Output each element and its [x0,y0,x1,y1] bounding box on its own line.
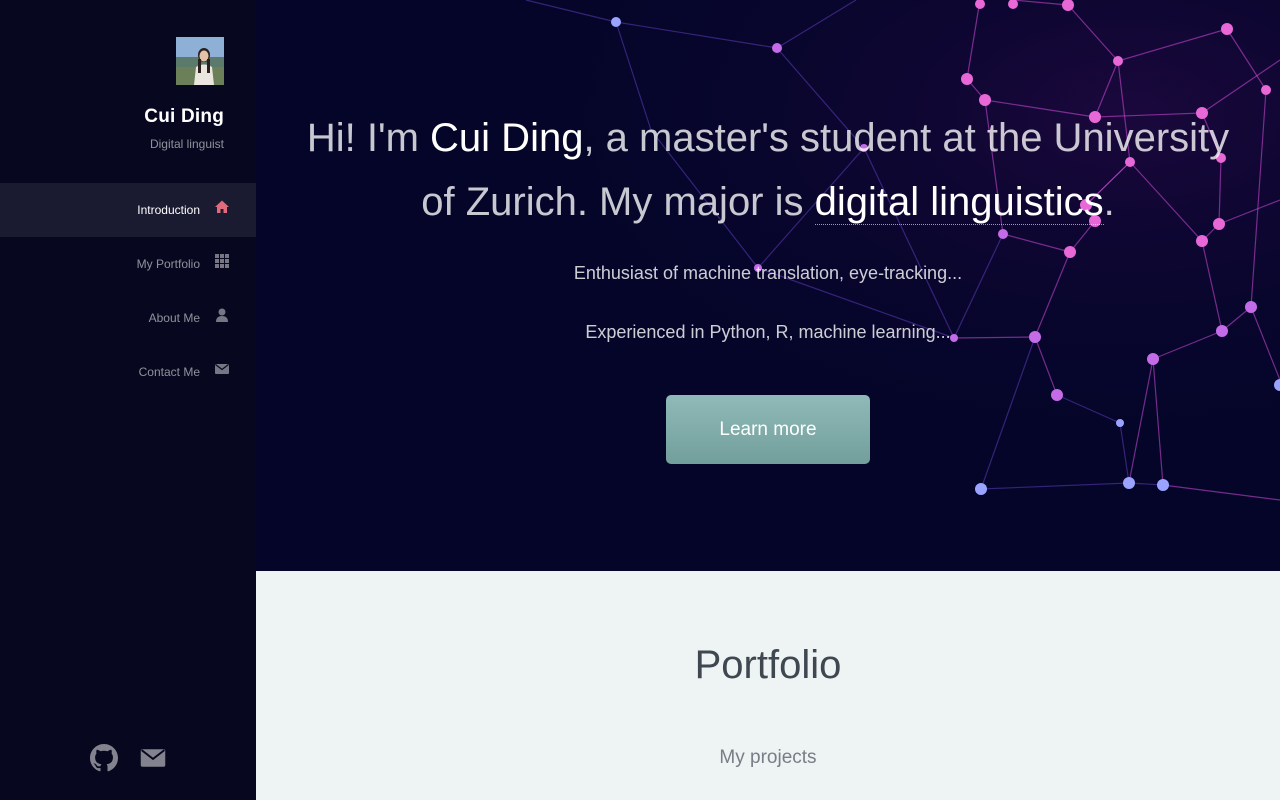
sidebar-item-introduction[interactable]: Introduction [0,183,256,237]
user-icon [214,307,230,323]
home-icon [214,199,230,215]
sidebar-item-portfolio[interactable]: My Portfolio [0,237,256,291]
hero-heading-major[interactable]: digital linguistics [814,180,1104,225]
grid-icon [214,253,230,269]
sidebar-item-label: Introduction [137,203,200,217]
hero-heading: Hi! I'm Cui Ding, a master's student at … [306,106,1230,234]
site-subtitle: Digital linguist [149,137,224,151]
sidebar-item-contact[interactable]: Contact Me [0,345,256,399]
hero-heading-post: . [1103,180,1115,224]
sidebar-nav: Introduction My Portfolio About Me Conta… [0,183,256,399]
network-background [256,0,1280,571]
site-title: Cui Ding [144,106,224,127]
envelope-icon [214,361,230,377]
portfolio-section: Portfolio My projects [256,571,1280,800]
sidebar-item-label: About Me [148,311,200,325]
sidebar-item-label: My Portfolio [136,257,200,271]
github-icon[interactable] [90,744,118,772]
hero-skills: Experienced in Python, R, machine learni… [585,322,951,342]
hero-heading-pre: Hi! I'm [306,116,431,160]
portfolio-subtitle: My projects [719,747,817,768]
avatar[interactable] [176,37,224,85]
social-links [90,744,210,772]
hero-interests: Enthusiast of machine translation, eye-t… [573,263,963,283]
learn-more-button[interactable]: Learn more [666,395,870,464]
envelope-icon[interactable] [139,744,167,772]
sidebar-item-label: Contact Me [138,365,200,379]
hero-heading-name: Cui Ding [430,116,584,160]
hero-section: Hi! I'm Cui Ding, a master's student at … [256,0,1280,571]
sidebar: Cui Ding Digital linguist Introduction M… [0,0,256,800]
portfolio-title: Portfolio [694,643,842,687]
sidebar-item-about[interactable]: About Me [0,291,256,345]
